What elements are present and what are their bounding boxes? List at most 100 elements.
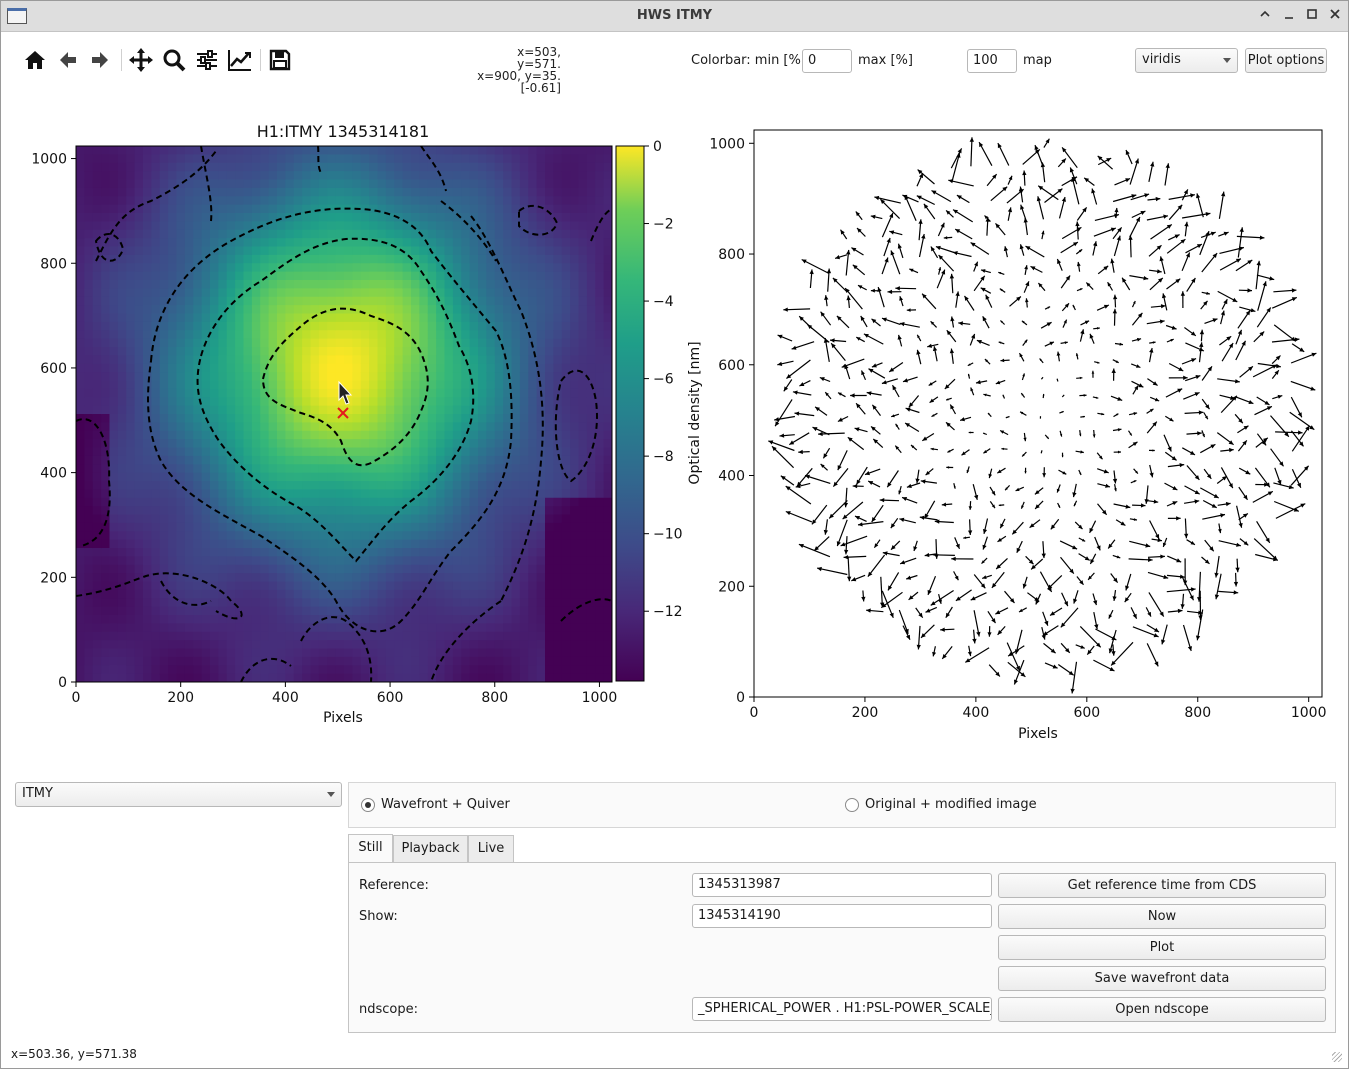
maximize-button[interactable]	[1303, 7, 1321, 25]
heatmap-cell	[369, 439, 379, 449]
save-figure-icon[interactable]	[265, 45, 295, 75]
heatmap-cell	[561, 238, 571, 248]
heatmap-cell	[578, 640, 588, 650]
chevron-down-icon	[1223, 58, 1231, 63]
heatmap-cell	[603, 472, 612, 482]
heatmap-cell	[285, 640, 295, 650]
heatmap-cell	[243, 514, 253, 524]
heatmap-cell	[561, 447, 571, 457]
heatmap-cell	[168, 615, 178, 624]
heatmap-cell	[545, 564, 554, 574]
colorbar-max-input[interactable]: 100	[967, 49, 1017, 73]
heatmap-cell	[143, 481, 152, 490]
heatmap-cell	[226, 196, 236, 206]
pan-icon[interactable]	[126, 45, 156, 75]
heatmap-cell	[494, 179, 504, 189]
close-button[interactable]	[1326, 7, 1344, 25]
heatmap-cell	[595, 581, 605, 591]
heatmap-cell	[578, 447, 588, 457]
heatmap-cell	[260, 464, 270, 474]
heatmap-cell	[277, 388, 286, 398]
heatmap-cell	[310, 447, 320, 457]
heatmap-cell	[427, 204, 437, 214]
heatmap-cell	[561, 430, 571, 440]
heatmap-cell	[519, 171, 529, 181]
heatmap-cell	[193, 615, 203, 624]
heatmap-cell	[344, 514, 353, 524]
heatmap-cell	[235, 439, 245, 449]
heatmap-cell	[360, 673, 370, 682]
heatmap-cell	[469, 598, 479, 608]
configure-subplots-icon[interactable]	[192, 45, 222, 75]
heatmap-cell	[318, 623, 328, 633]
heatmap-cell	[561, 648, 571, 658]
heatmap-cell	[394, 564, 404, 574]
heatmap-cell	[285, 439, 295, 449]
heatmap-cell	[586, 330, 596, 340]
heatmap-cell	[226, 263, 236, 273]
heatmap-cell	[369, 196, 379, 206]
heatmap-cell	[444, 598, 454, 608]
heatmap-cell	[335, 422, 345, 432]
heatmap-cell	[92, 631, 102, 641]
chevron-up-icon[interactable]	[1256, 7, 1274, 25]
heatmap-cell	[327, 656, 337, 666]
heatmap-cell	[461, 338, 471, 348]
heatmap-cell	[226, 179, 236, 189]
heatmap-cell	[352, 539, 362, 549]
heatmap-cell	[377, 656, 387, 666]
heatmap-cell	[251, 179, 261, 189]
heatmap-cell	[210, 548, 219, 557]
heatmap-cell	[578, 355, 588, 365]
heatmap-cell	[377, 606, 387, 616]
edit-axes-icon[interactable]	[225, 45, 255, 75]
heatmap-cell	[360, 556, 370, 566]
heatmap-cell	[586, 179, 596, 189]
heatmap-cell	[444, 439, 454, 449]
heatmap-cell	[503, 171, 513, 181]
heatmap-cell	[92, 506, 102, 516]
heatmap-cell	[578, 573, 588, 583]
heatmap-cell	[218, 581, 228, 591]
heatmap-cell	[218, 556, 228, 566]
heatmap-cell	[293, 221, 303, 231]
colormap-select[interactable]: viridis	[1135, 48, 1238, 73]
home-icon[interactable]	[20, 45, 50, 75]
heatmap-cell	[570, 589, 580, 599]
heatmap-cell	[444, 564, 454, 574]
heatmap-cell	[344, 665, 353, 675]
heatmap-cell	[109, 196, 119, 206]
heatmap-cell	[302, 238, 312, 248]
figure-canvas[interactable]: H1:ITMY 1345314181 0 200 400 600 800 10000200…	[1, 89, 1348, 769]
heatmap-cell	[394, 497, 404, 507]
heatmap-cell	[411, 447, 420, 457]
heatmap-cell	[159, 338, 169, 348]
heatmap-cell	[168, 673, 178, 682]
colorbar-min-input[interactable]: 0	[802, 49, 852, 73]
heatmap-cell	[402, 581, 412, 591]
heatmap-cell	[377, 673, 387, 682]
heatmap-cell	[436, 271, 446, 281]
zoom-icon[interactable]	[159, 45, 189, 75]
plot-options-button[interactable]: Plot options	[1245, 48, 1327, 73]
heatmap-cell	[92, 204, 102, 214]
heatmap-cell	[210, 447, 219, 457]
heatmap-cell	[394, 489, 404, 499]
heatmap-cell	[511, 656, 521, 666]
heatmap-cell	[385, 531, 395, 541]
heatmap-cell	[385, 313, 395, 323]
heatmap-cell	[176, 313, 186, 323]
heatmap-cell	[603, 422, 612, 432]
heatmap-cell	[143, 455, 152, 465]
heatmap-cell	[335, 221, 345, 231]
heatmap-cell	[511, 330, 521, 340]
heatmap-cell	[218, 648, 228, 658]
back-arrow-icon[interactable]	[53, 45, 83, 75]
minimize-button[interactable]	[1280, 7, 1298, 25]
heatmap-cell	[310, 581, 320, 591]
heatmap-cell	[344, 522, 353, 532]
heatmap-cell	[536, 439, 546, 449]
heatmap-cell	[277, 171, 286, 181]
forward-arrow-icon[interactable]	[85, 45, 115, 75]
colorbar	[615, 145, 645, 682]
